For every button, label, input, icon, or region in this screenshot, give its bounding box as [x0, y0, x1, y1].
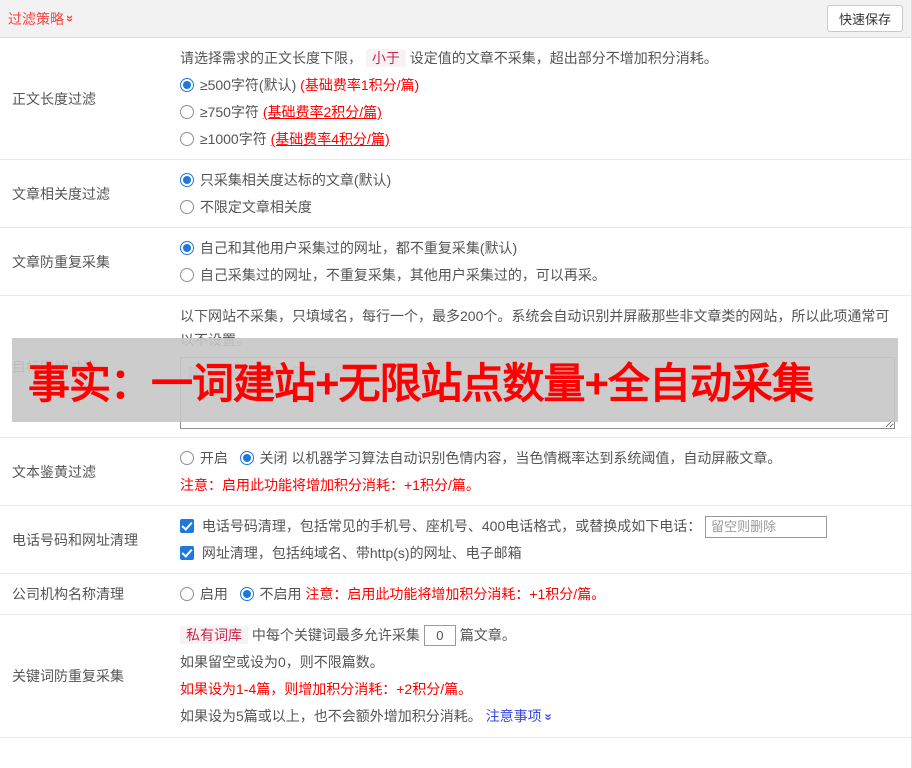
- row-label: 公司机构名称清理: [12, 586, 124, 602]
- radio-icon: [180, 587, 194, 601]
- quick-save-button[interactable]: 快速保存: [826, 5, 903, 32]
- row-body-length-filter: 正文长度过滤 请选择需求的正文长度下限， 小于 设定值的文章不采集，超出部分不增…: [0, 38, 911, 160]
- org-cleanup-cost-note: 注意：启用此功能将增加积分消耗：+1积分/篇。: [305, 586, 606, 602]
- body-length-description: 请选择需求的正文长度下限， 小于 设定值的文章不采集，超出部分不增加积分消耗。: [180, 49, 718, 67]
- row-keyword-dedup: 关键词防重复采集 私有词库 中每个关键词最多允许采集篇文章。 如果留空或设为0，…: [0, 615, 911, 738]
- rate-note: (基础费率1积分/篇): [300, 77, 420, 93]
- row-dedup-collection: 文章防重复采集 自己和其他用户采集过的网址，都不重复采集(默认) 自己采集过的网…: [0, 228, 911, 296]
- radio-selected-icon: [180, 241, 194, 255]
- row-phone-url-cleanup: 电话号码和网址清理 电话号码清理，包括常见的手机号、座机号、400电话格式，或替…: [0, 506, 911, 574]
- radio-icon: [180, 268, 194, 282]
- porn-filter-description: 以机器学习算法自动识别色情内容，当色情概率达到系统阈值，自动屏蔽文章。: [291, 450, 782, 466]
- radio-selected-icon: [239, 451, 254, 465]
- page-title: 过滤策略: [8, 10, 64, 27]
- radio-org-enable[interactable]: 启用: [180, 586, 232, 602]
- chevron-down-icon: »: [541, 713, 557, 721]
- radio-icon: [180, 132, 194, 146]
- row-label: 文章防重复采集: [12, 253, 110, 270]
- radio-min-1000[interactable]: ≥1000字符 (基础费率4积分/篇): [180, 127, 901, 151]
- radio-selected-icon: [239, 587, 254, 601]
- radio-icon: [180, 105, 194, 119]
- checkbox-url-clean[interactable]: 网址清理，包括纯域名、带http(s)的网址、电子邮箱: [180, 541, 901, 565]
- phone-replace-input[interactable]: [705, 515, 828, 538]
- notice-link[interactable]: 注意事项»: [486, 708, 557, 724]
- keyword-dedup-cost-note: 如果设为1-4篇，则增加积分消耗：+2积分/篇。: [180, 681, 473, 697]
- checkbox-checked-icon: [180, 546, 194, 560]
- radio-porn-on[interactable]: 开启: [180, 450, 232, 466]
- porn-filter-cost-note: 注意：启用此功能将增加积分消耗：+1积分/篇。: [180, 477, 480, 493]
- collapse-chevron-icon[interactable]: »: [63, 15, 78, 22]
- checkbox-phone-clean[interactable]: 电话号码清理，包括常见的手机号、座机号、400电话格式，或替换成如下电话：: [180, 518, 705, 534]
- row-label: 正文长度过滤: [12, 90, 96, 107]
- row-label: 文本鉴黄过滤: [12, 463, 96, 480]
- radio-icon: [180, 451, 194, 465]
- radio-relevance-strict[interactable]: 只采集相关度达标的文章(默认): [180, 168, 901, 192]
- row-label: 文章相关度过滤: [12, 185, 110, 202]
- rate-note: (基础费率2积分/篇): [262, 104, 382, 120]
- row-porn-filter: 文本鉴黄过滤 开启 关闭 以机器学习算法自动识别色情内容，当色情概率达到系统阈值…: [0, 438, 911, 506]
- watermark-banner: 事实：一词建站+无限站点数量+全自动采集: [12, 338, 898, 422]
- radio-icon: [180, 200, 194, 214]
- keyword-dedup-note-1: 如果留空或设为0，则不限篇数。: [180, 654, 384, 670]
- checkbox-checked-icon: [180, 519, 194, 533]
- radio-min-500[interactable]: ≥500字符(默认) (基础费率1积分/篇): [180, 73, 901, 97]
- row-label: 关键词防重复采集: [12, 668, 124, 684]
- radio-selected-icon: [180, 78, 194, 92]
- radio-dedup-self-only[interactable]: 自己采集过的网址，不重复采集，其他用户采集过的，可以再采。: [180, 263, 901, 287]
- radio-relevance-any[interactable]: 不限定文章相关度: [180, 195, 901, 219]
- watermark-text: 事实：一词建站+无限站点数量+全自动采集: [28, 359, 814, 407]
- header-bar: 过滤策略 » 快速保存: [0, 0, 911, 38]
- keyword-dedup-note-2: 如果设为5篇或以上，也不会额外增加积分消耗。: [180, 708, 482, 724]
- private-thesaurus-badge: 私有词库: [180, 626, 248, 644]
- filter-strategy-page: 过滤策略 » 快速保存 正文长度过滤 请选择需求的正文长度下限， 小于 设定值的…: [0, 0, 912, 768]
- row-org-name-cleanup: 公司机构名称清理 启用 不启用 注意：启用此功能将增加积分消耗：+1积分/篇。: [0, 574, 911, 615]
- row-label: 电话号码和网址清理: [12, 531, 138, 548]
- row-relevance-filter: 文章相关度过滤 只采集相关度达标的文章(默认) 不限定文章相关度: [0, 160, 911, 228]
- radio-org-disable[interactable]: 不启用: [239, 586, 306, 602]
- radio-porn-off[interactable]: 关闭: [239, 450, 292, 466]
- radio-dedup-global[interactable]: 自己和其他用户采集过的网址，都不重复采集(默认): [180, 236, 901, 260]
- rate-note: (基础费率4积分/篇): [270, 131, 390, 147]
- radio-min-750[interactable]: ≥750字符 (基础费率2积分/篇): [180, 100, 901, 124]
- radio-selected-icon: [180, 173, 194, 187]
- max-collect-count-input[interactable]: [423, 625, 456, 646]
- less-than-badge: 小于: [365, 49, 406, 67]
